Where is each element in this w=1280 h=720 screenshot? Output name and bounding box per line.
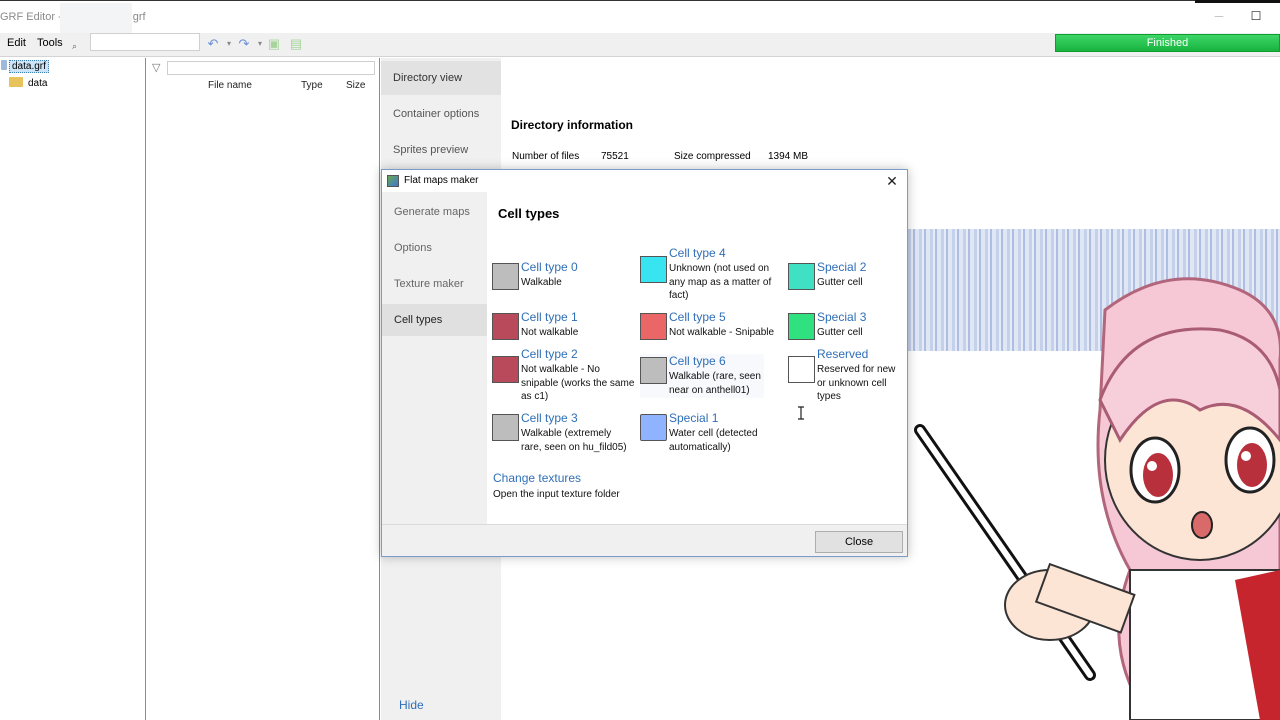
cell-types-panel: Cell types Cell type 0 Walkable Cell typ…	[487, 192, 907, 524]
cell-swatch	[788, 313, 815, 340]
app-icon	[387, 175, 399, 187]
cell-desc: Unknown (not used on any map as a matter…	[669, 263, 772, 301]
undo-icon[interactable]: ↶	[205, 36, 221, 52]
grf-icon	[1, 60, 7, 70]
mascot-character-image	[914, 277, 1280, 720]
cell-types-heading: Cell types	[498, 206, 560, 221]
cell-title: Cell type 1	[521, 310, 578, 324]
cell-special-1[interactable]: Special 1 Water cell (detected automatic…	[640, 411, 785, 455]
search-input[interactable]	[90, 33, 200, 51]
cell-desc: Walkable (extremely rare, seen on hu_fil…	[521, 428, 627, 453]
cell-desc: Not walkable	[521, 327, 579, 338]
tree-item-root[interactable]: data.grf	[1, 60, 49, 74]
cell-swatch	[640, 357, 667, 384]
flat-maps-maker-dialog: Flat maps maker ✕ Generate maps Options …	[381, 169, 908, 557]
nav-container-options[interactable]: Container options	[381, 97, 501, 131]
files-label: Number of files	[512, 151, 580, 162]
cell-swatch	[492, 313, 519, 340]
change-textures-link[interactable]: Change textures	[493, 471, 581, 485]
dialog-nav-generate-maps[interactable]: Generate maps	[382, 196, 487, 228]
cell-title: Special 3	[817, 310, 867, 324]
nav-directory-view[interactable]: Directory view	[381, 61, 501, 95]
search-icon: ⌕	[72, 41, 78, 51]
dialog-nav-options[interactable]: Options	[382, 232, 487, 264]
cell-desc: Not walkable - No snipable (works the sa…	[521, 364, 635, 402]
cell-title: Cell type 6	[669, 354, 726, 368]
cell-title: Reserved	[817, 347, 869, 361]
cell-type-3[interactable]: Cell type 3 Walkable (extremely rare, se…	[492, 411, 637, 455]
cell-type-6[interactable]: Cell type 6 Walkable (rare, seen near on…	[640, 354, 764, 398]
cell-desc: Gutter cell	[817, 327, 863, 338]
dialog-nav: Generate maps Options Texture maker Cell…	[382, 192, 487, 524]
nav-sprites-preview[interactable]: Sprites preview	[381, 133, 501, 167]
cell-type-5[interactable]: Cell type 5 Not walkable - Snipable	[640, 310, 785, 340]
extract-icon[interactable]: ▤	[288, 36, 304, 52]
redo-icon[interactable]: ↷	[236, 36, 252, 52]
cell-swatch	[492, 263, 519, 290]
column-header-type[interactable]: Type	[301, 80, 323, 91]
cell-title: Cell type 0	[521, 260, 578, 274]
close-icon[interactable]: ✕	[883, 172, 901, 190]
dialog-nav-cell-types[interactable]: Cell types	[382, 304, 487, 336]
add-file-icon[interactable]: ▣	[266, 36, 282, 52]
cell-swatch	[492, 356, 519, 383]
menu-edit[interactable]: Edit	[7, 37, 26, 49]
minimize-button[interactable]: ─	[1212, 9, 1226, 23]
cell-title: Special 2	[817, 260, 867, 274]
filter-icon: ▽	[152, 62, 161, 74]
filter-input[interactable]	[167, 61, 375, 75]
tree-item-label: data.grf	[9, 60, 49, 73]
cell-desc: Walkable	[521, 277, 562, 288]
cell-type-4[interactable]: Cell type 4 Unknown (not used on any map…	[640, 246, 785, 302]
directory-info-heading: Directory information	[511, 118, 634, 132]
dialog-title: Flat maps maker	[404, 175, 479, 186]
progress-bar: Finished	[1055, 34, 1280, 52]
dialog-title-bar: Flat maps maker ✕	[382, 170, 907, 192]
tree-item-data[interactable]: data	[9, 77, 47, 91]
cell-title: Cell type 4	[669, 246, 726, 260]
files-value: 75521	[601, 151, 629, 162]
title-bar: GRF Editor - Cgrf ─ ☐	[0, 0, 1280, 41]
cell-type-2[interactable]: Cell type 2 Not walkable - No snipable (…	[492, 347, 637, 403]
cell-swatch	[640, 414, 667, 441]
cell-special-3[interactable]: Special 3 Gutter cell	[788, 310, 906, 340]
cell-desc: Water cell (detected automatically)	[669, 428, 758, 453]
tree-item-label: data	[28, 78, 48, 89]
menu-tools[interactable]: Tools	[37, 37, 63, 49]
cell-title: Cell type 2	[521, 347, 578, 361]
progress-status: Finished	[1146, 37, 1189, 49]
tree-view: data.grf data	[0, 58, 146, 720]
cell-swatch	[788, 356, 815, 383]
cell-special-2[interactable]: Special 2 Gutter cell	[788, 260, 906, 290]
hide-link[interactable]: Hide	[399, 698, 424, 712]
cell-swatch	[788, 263, 815, 290]
dialog-footer: Close	[382, 524, 907, 556]
cell-title: Cell type 5	[669, 310, 726, 324]
cell-type-0[interactable]: Cell type 0 Walkable	[492, 260, 637, 290]
title-bar-edge	[1195, 0, 1280, 3]
column-header-size[interactable]: Size	[346, 80, 365, 91]
cell-type-1[interactable]: Cell type 1 Not walkable	[492, 310, 637, 340]
cell-title: Cell type 3	[521, 411, 578, 425]
cell-title: Special 1	[669, 411, 719, 425]
text-cursor-icon	[798, 406, 804, 420]
close-button[interactable]: Close	[815, 531, 903, 553]
size-value: 1394 MB	[768, 151, 809, 162]
cell-reserved[interactable]: Reserved Reserved for new or unknown cel…	[788, 347, 906, 403]
cell-desc: Reserved for new or unknown cell types	[817, 364, 896, 402]
cell-swatch	[492, 414, 519, 441]
dialog-nav-texture-maker[interactable]: Texture maker	[382, 268, 487, 300]
change-textures-desc: Open the input texture folder	[493, 489, 620, 500]
undo-dropdown-icon[interactable]: ▾	[221, 36, 237, 52]
cell-desc: Not walkable - Snipable	[669, 327, 775, 338]
cell-desc: Gutter cell	[817, 277, 863, 288]
file-list: ▽ File name Type Size	[147, 58, 380, 720]
maximize-button[interactable]: ☐	[1249, 9, 1263, 23]
column-header-name[interactable]: File name	[208, 80, 252, 91]
cell-swatch	[640, 313, 667, 340]
cell-swatch	[640, 256, 667, 283]
cell-desc: Walkable (rare, seen near on anthell01)	[669, 371, 761, 396]
size-label: Size compressed	[674, 151, 751, 162]
folder-icon	[9, 77, 23, 87]
